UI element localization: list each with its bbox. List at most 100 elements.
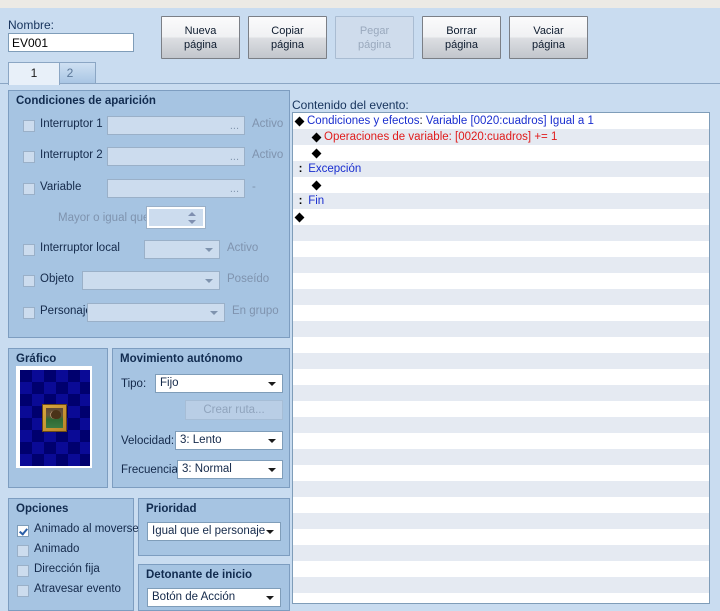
stepper-down-icon[interactable] xyxy=(188,220,196,224)
event-command-row[interactable] xyxy=(293,289,709,305)
event-command-row[interactable]: : Fin xyxy=(293,193,709,209)
option-checkbox-2[interactable] xyxy=(17,545,29,557)
button-label-line1: Vaciar xyxy=(533,24,564,37)
event-editor-window: Nombre: EV001 Nueva página Copiar página Peg… xyxy=(0,0,720,611)
switch1-browse-icon[interactable]: ... xyxy=(230,120,239,132)
event-content-list[interactable]: Condiciones y efectos: Variable [0020:cu… xyxy=(292,112,710,604)
delete-page-button[interactable]: Borrar página xyxy=(422,16,501,59)
painting-figure-icon xyxy=(51,410,61,419)
switch1-field[interactable]: ... xyxy=(107,116,245,135)
event-command-row[interactable] xyxy=(293,481,709,497)
movement-frequency-combo[interactable]: 3: Normal xyxy=(177,460,283,479)
event-sprite-icon xyxy=(42,404,67,432)
chevron-down-icon[interactable] xyxy=(266,530,274,534)
switch2-browse-icon[interactable]: ... xyxy=(230,151,239,163)
variable-operator-label: - xyxy=(252,181,256,193)
actor-combo[interactable] xyxy=(87,303,225,322)
option-checkbox-4[interactable] xyxy=(17,585,29,597)
option-checkbox-3[interactable] xyxy=(17,565,29,577)
switch2-field[interactable]: ... xyxy=(107,147,245,166)
trigger-combo[interactable]: Botón de Acción xyxy=(147,588,281,607)
event-command-row[interactable] xyxy=(293,417,709,433)
diamond-bullet-icon xyxy=(294,116,305,127)
chevron-down-icon[interactable] xyxy=(205,248,213,252)
item-checkbox[interactable] xyxy=(23,275,35,287)
event-command-row[interactable] xyxy=(293,593,709,603)
page-tab-1[interactable]: 1 xyxy=(8,62,60,85)
movement-type-combo[interactable]: Fijo xyxy=(155,374,283,393)
event-command-row[interactable] xyxy=(293,401,709,417)
autonomous-movement-title: Movimiento autónomo xyxy=(120,353,243,365)
diamond-bullet-icon xyxy=(311,148,322,159)
colon-bullet-icon: : xyxy=(298,163,303,175)
event-command-row[interactable]: Condiciones y efectos: Variable [0020:cu… xyxy=(293,113,709,129)
option-checkbox-1[interactable] xyxy=(17,525,29,537)
movement-speed-combo[interactable]: 3: Lento xyxy=(175,431,283,450)
appearance-conditions-panel: Condiciones de aparición Interruptor 1 .… xyxy=(8,90,290,338)
event-command-row[interactable] xyxy=(293,513,709,529)
button-label-line1: Pegar xyxy=(359,24,390,37)
movement-frequency-value: 3: Normal xyxy=(182,463,232,475)
switch2-checkbox[interactable] xyxy=(23,151,35,163)
event-command-row[interactable] xyxy=(293,241,709,257)
graphic-preview[interactable] xyxy=(16,366,92,468)
event-command-row[interactable] xyxy=(293,385,709,401)
local-switch-checkbox[interactable] xyxy=(23,244,35,256)
event-command-row[interactable] xyxy=(293,209,709,225)
variable-checkbox[interactable] xyxy=(23,183,35,195)
event-command-row[interactable]: : Excepción xyxy=(293,161,709,177)
event-command-row[interactable]: Operaciones de variable: [0020:cuadros] … xyxy=(293,129,709,145)
event-command-row[interactable] xyxy=(293,561,709,577)
event-command-row[interactable] xyxy=(293,433,709,449)
copy-page-button[interactable]: Copiar página xyxy=(248,16,327,59)
new-page-button[interactable]: Nueva página xyxy=(161,16,240,59)
event-command-row[interactable] xyxy=(293,321,709,337)
event-command-row[interactable] xyxy=(293,225,709,241)
event-command-row[interactable] xyxy=(293,305,709,321)
option-label-1: Animado al moverse xyxy=(34,523,139,535)
item-combo[interactable] xyxy=(82,271,220,290)
event-command-row[interactable] xyxy=(293,273,709,289)
local-switch-combo[interactable] xyxy=(144,240,220,259)
event-command-row[interactable] xyxy=(293,177,709,193)
event-command-row[interactable] xyxy=(293,465,709,481)
priority-panel: Prioridad Igual que el personaje xyxy=(138,498,290,556)
create-route-button[interactable]: Crear ruta... xyxy=(185,400,283,420)
event-command-row[interactable] xyxy=(293,369,709,385)
event-command-row[interactable] xyxy=(293,497,709,513)
tab-underline xyxy=(0,83,720,84)
chevron-down-icon[interactable] xyxy=(210,311,218,315)
chevron-down-icon[interactable] xyxy=(205,279,213,283)
variable-browse-icon[interactable]: ... xyxy=(230,183,239,195)
variable-value-stepper[interactable] xyxy=(146,206,206,229)
painting-image xyxy=(46,408,63,428)
chevron-down-icon[interactable] xyxy=(268,439,276,443)
variable-field[interactable]: ... xyxy=(107,179,245,198)
movement-type-label: Tipo: xyxy=(121,378,147,390)
event-command-row[interactable] xyxy=(293,337,709,353)
event-command-text: Operaciones de variable: [0020:cuadros] … xyxy=(324,131,558,143)
clear-page-button[interactable]: Vaciar página xyxy=(509,16,588,59)
button-label-line2: página xyxy=(444,38,479,51)
event-command-row[interactable] xyxy=(293,577,709,593)
stepper-up-icon[interactable] xyxy=(188,212,196,216)
chevron-down-icon[interactable] xyxy=(266,596,274,600)
chevron-down-icon[interactable] xyxy=(268,382,276,386)
button-label-line2: página xyxy=(183,38,218,51)
event-command-row[interactable] xyxy=(293,545,709,561)
movement-speed-value: 3: Lento xyxy=(180,434,222,446)
event-command-row[interactable] xyxy=(293,257,709,273)
item-state-label: Poseído xyxy=(227,273,270,285)
event-command-row[interactable] xyxy=(293,449,709,465)
priority-combo[interactable]: Igual que el personaje xyxy=(147,522,281,541)
actor-checkbox[interactable] xyxy=(23,307,35,319)
chevron-down-icon[interactable] xyxy=(268,468,276,472)
event-name-input[interactable]: EV001 xyxy=(8,33,134,52)
switch1-checkbox[interactable] xyxy=(23,120,35,132)
event-command-row[interactable] xyxy=(293,353,709,369)
diamond-bullet-icon xyxy=(311,132,322,143)
event-command-row[interactable] xyxy=(293,145,709,161)
colon-bullet-icon: : xyxy=(298,195,303,207)
event-command-row[interactable] xyxy=(293,529,709,545)
event-command-text: Condiciones y efectos xyxy=(307,115,420,127)
